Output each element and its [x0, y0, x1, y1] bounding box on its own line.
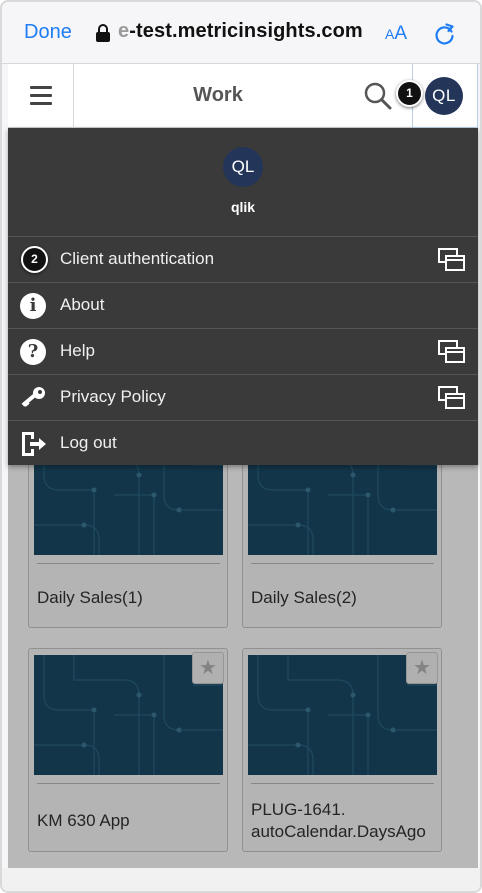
key-icon: [21, 387, 45, 407]
page-title: Work: [193, 84, 243, 106]
menu-item-label: Client authentication: [60, 249, 215, 268]
callout-badge-1: 1: [396, 80, 423, 107]
reload-icon[interactable]: [433, 22, 457, 46]
info-icon: i: [20, 293, 48, 319]
bottom-toolbar: [2, 868, 480, 891]
text-size-small: A: [385, 26, 395, 42]
search-icon[interactable]: [362, 80, 394, 112]
menu-item-label: Log out: [60, 433, 117, 452]
help-icon: ?: [20, 339, 48, 365]
url-faded-prefix: e: [118, 20, 130, 42]
url-domain: -test.metricinsights.com: [129, 20, 363, 42]
external-window-icon: [438, 248, 465, 271]
menu-item-help[interactable]: ? Help: [8, 328, 478, 373]
browser-address-bar: Done e-test.metricinsights.com AA: [2, 2, 480, 64]
url-text[interactable]: e-test.metricinsights.com: [118, 20, 363, 43]
menu-item-label: Help: [60, 341, 95, 360]
text-size-button[interactable]: AA: [385, 23, 407, 45]
menu-item-label: About: [60, 295, 105, 314]
menu-username: qlik: [230, 199, 256, 215]
menu-item-about[interactable]: i About: [8, 282, 478, 327]
callout-badge-2: 2: [21, 246, 48, 273]
menu-item-log-out[interactable]: Log out: [8, 420, 478, 465]
menu-avatar: QL: [223, 147, 263, 187]
menu-item-privacy-policy[interactable]: Privacy Policy: [8, 374, 478, 419]
lock-icon: [96, 24, 110, 42]
avatar: QL: [425, 77, 463, 115]
done-button[interactable]: Done: [24, 21, 72, 44]
text-size-large: A: [394, 23, 408, 44]
hamburger-menu-button[interactable]: [8, 64, 74, 128]
logout-icon: [22, 432, 46, 456]
menu-item-client-authentication[interactable]: Client authentication: [8, 236, 478, 281]
menu-item-label: Privacy Policy: [60, 387, 166, 406]
external-window-icon: [438, 340, 465, 363]
user-menu: QL qlik Client authentication i About ? …: [8, 128, 478, 465]
screenshot-frame: Done e-test.metricinsights.com AA Work Q…: [0, 0, 482, 893]
external-window-icon: [438, 386, 465, 409]
